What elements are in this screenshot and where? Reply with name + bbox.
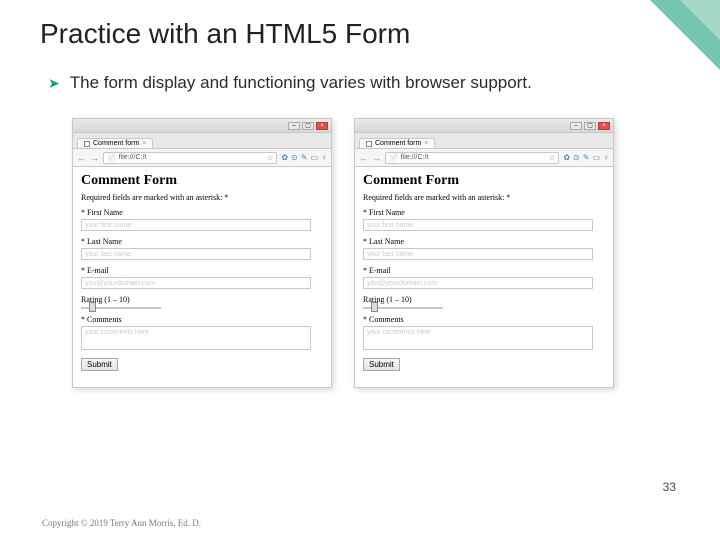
input-first-name: your first name [81, 219, 311, 231]
page-content: Comment Form Required fields are marked … [355, 167, 613, 387]
corner-accent-triangle-light [680, 0, 720, 40]
maximize-icon: ▢ [584, 122, 596, 130]
input-email: you@yourdomain.com [363, 277, 593, 289]
minimize-icon: – [288, 122, 300, 130]
textarea-comments: your comments here [363, 326, 593, 350]
pin-icon: ✎ [583, 153, 590, 162]
globe-icon: ⊙ [573, 153, 580, 162]
favicon-icon [84, 141, 90, 147]
label-last-name: * Last Name [81, 237, 323, 246]
browser-tab: Comment form × [77, 138, 153, 148]
window-titlebar: – ▢ × [73, 119, 331, 133]
browser-tab: Comment form × [359, 138, 435, 148]
browser-screenshot-1: – ▢ × Comment form × ← → 📄 file:///C:/t … [72, 118, 332, 388]
copyright: Copyright © 2019 Terry Ann Morris, Ed. D… [42, 518, 201, 528]
label-rating: Rating (1 – 10) [81, 295, 323, 304]
page-number: 33 [663, 480, 676, 494]
browser-toolbar: ← → 📄 file:///C:/t ☆ ✿ ⊙ ✎ ▭ ♀ [73, 149, 331, 167]
forward-icon: → [90, 153, 99, 163]
url-text: file:///C:/t [401, 154, 429, 161]
textarea-comments: your comments here [81, 326, 311, 350]
close-icon: × [598, 122, 610, 130]
browser-toolbar: ← → 📄 file:///C:/t ☆ ✿ ⊙ ✎ ▭ ♀ [355, 149, 613, 167]
bullet-item: ➤ The form display and functioning varie… [0, 50, 720, 94]
label-first-name: * First Name [81, 208, 323, 217]
rating-slider [81, 307, 323, 309]
label-last-name: * Last Name [363, 237, 605, 246]
address-bar: 📄 file:///C:/t ☆ [385, 152, 559, 164]
window-titlebar: – ▢ × [355, 119, 613, 133]
label-email: * E-mail [81, 266, 323, 275]
bookmark-icon: ☆ [549, 154, 555, 162]
rating-slider [363, 307, 605, 309]
required-note: Required fields are marked with an aster… [363, 193, 605, 202]
back-icon: ← [77, 153, 86, 163]
tab-close-icon: × [142, 140, 146, 147]
tab-strip: Comment form × [73, 133, 331, 149]
bookmark-icon: ☆ [267, 154, 273, 162]
back-icon: ← [359, 153, 368, 163]
label-comments: * Comments [81, 315, 323, 324]
pin-icon: ✎ [301, 153, 308, 162]
label-first-name: * First Name [363, 208, 605, 217]
screenshot-row: – ▢ × Comment form × ← → 📄 file:///C:/t … [0, 94, 720, 388]
toolbar-icons: ✿ ⊙ ✎ ▭ ♀ [563, 153, 609, 162]
close-icon: × [316, 122, 328, 130]
label-rating: Rating (1 – 10) [363, 295, 605, 304]
slider-track [81, 307, 161, 309]
page-icon: 📄 [389, 154, 398, 162]
bullet-text: The form display and functioning varies … [70, 72, 532, 94]
slider-thumb [89, 302, 96, 312]
input-last-name: your last name [363, 248, 593, 260]
bullet-arrow-icon: ➤ [48, 75, 60, 92]
form-heading: Comment Form [363, 173, 605, 189]
gear-icon: ✿ [281, 153, 288, 162]
form-heading: Comment Form [81, 173, 323, 189]
slide-title: Practice with an HTML5 Form [0, 0, 720, 50]
label-comments: * Comments [363, 315, 605, 324]
submit-button: Submit [81, 358, 118, 371]
minimize-icon: – [570, 122, 582, 130]
submit-button: Submit [363, 358, 400, 371]
input-last-name: your last name [81, 248, 311, 260]
url-text: file:///C:/t [119, 154, 147, 161]
address-bar: 📄 file:///C:/t ☆ [103, 152, 277, 164]
required-note: Required fields are marked with an aster… [81, 193, 323, 202]
tab-title: Comment form [93, 140, 139, 147]
page-content: Comment Form Required fields are marked … [73, 167, 331, 387]
slider-track [363, 307, 443, 309]
label-email: * E-mail [363, 266, 605, 275]
page-icon: 📄 [107, 154, 116, 162]
favicon-icon [366, 141, 372, 147]
tab-strip: Comment form × [355, 133, 613, 149]
bulb-icon: ♀ [603, 153, 609, 162]
card-icon: ▭ [592, 153, 600, 162]
forward-icon: → [372, 153, 381, 163]
slider-thumb [371, 302, 378, 312]
toolbar-icons: ✿ ⊙ ✎ ▭ ♀ [281, 153, 327, 162]
tab-title: Comment form [375, 140, 421, 147]
card-icon: ▭ [310, 153, 318, 162]
globe-icon: ⊙ [291, 153, 298, 162]
gear-icon: ✿ [563, 153, 570, 162]
input-email: you@yourdomain.com [81, 277, 311, 289]
bulb-icon: ♀ [321, 153, 327, 162]
maximize-icon: ▢ [302, 122, 314, 130]
tab-close-icon: × [424, 140, 428, 147]
input-first-name: your first name [363, 219, 593, 231]
browser-screenshot-2: – ▢ × Comment form × ← → 📄 file:///C:/t … [354, 118, 614, 388]
